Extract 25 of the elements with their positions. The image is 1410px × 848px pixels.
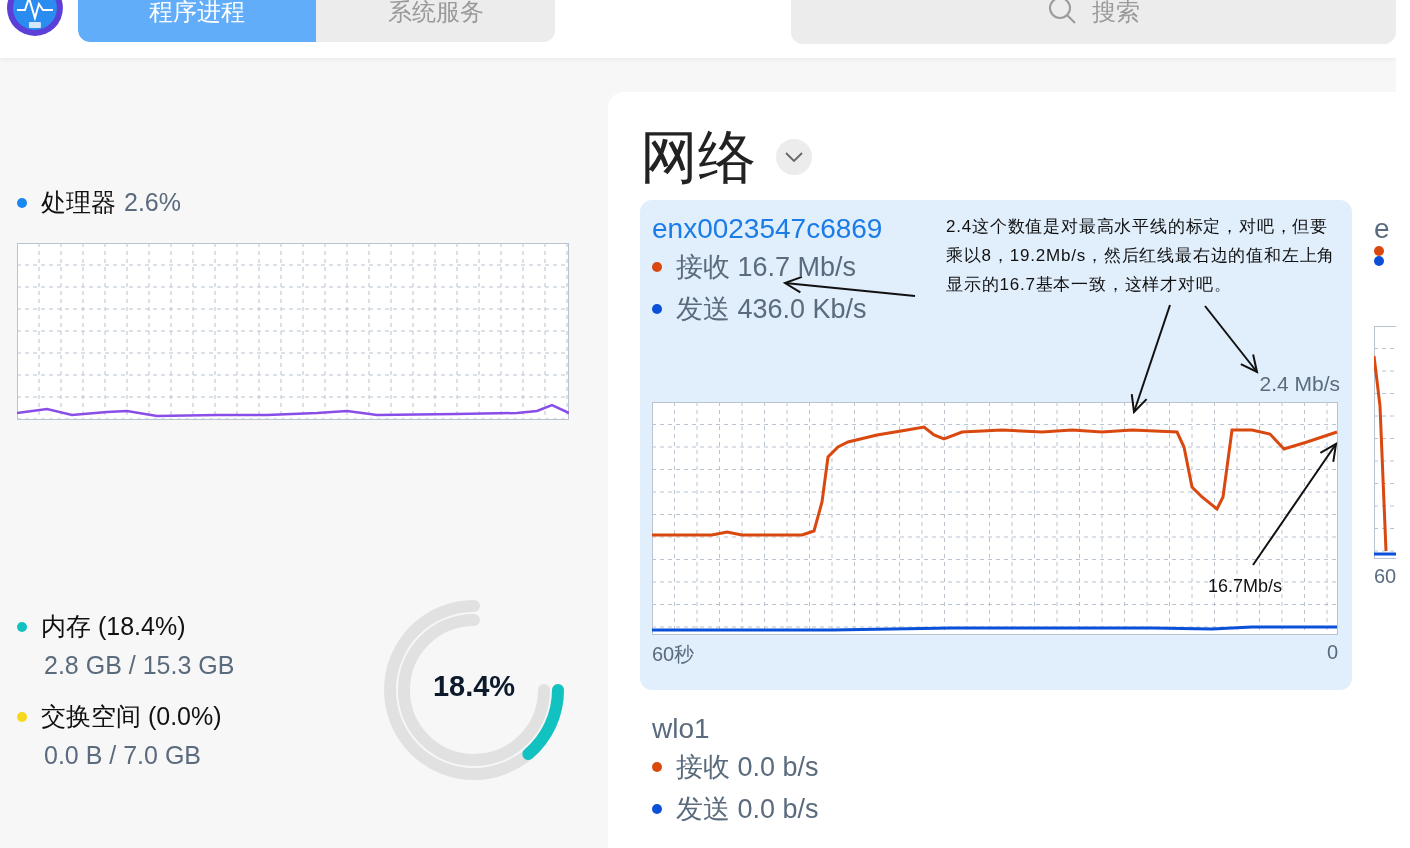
interface-name: enx0023547c6869 <box>652 212 883 246</box>
traffic-reading: 接收 0.0 b/s <box>676 751 819 784</box>
chevron-down-icon <box>785 152 803 162</box>
gauge-reading: 18.4% <box>431 670 517 703</box>
dropdown-button[interactable] <box>776 139 812 175</box>
scale-label: 2.4 Mb/s <box>1259 372 1340 396</box>
traffic-reading: 接收 16.7 Mb/s <box>676 251 857 284</box>
annotation-note: 16.7Mb/s <box>1208 576 1283 597</box>
interface-name: e <box>1374 212 1390 246</box>
interface-name: wlo1 <box>652 712 710 746</box>
traffic-reading: 发送 0.0 b/s <box>676 793 819 826</box>
section-title: 网络 <box>640 123 756 191</box>
arrow <box>1204 305 1259 374</box>
memory-label: 交换空间 (0.0%) <box>41 701 222 732</box>
memory-usage: 2.8 GB / 15.3 GB <box>44 651 236 680</box>
traffic-reading: 发送 436.0 Kb/s <box>676 293 867 326</box>
axis-label: 0 <box>1326 641 1338 665</box>
memory-label: 内存 (18.4%) <box>41 611 186 642</box>
axis-label: 60 <box>1374 565 1396 588</box>
cpu-reading: 2.6% <box>124 188 181 217</box>
axis-label: 60秒 <box>652 642 695 667</box>
cpu-label: 处理器 <box>41 187 116 218</box>
search-icon <box>1047 0 1078 24</box>
annotation-note: 2.4这个数值是对最高水平线的标定，对吧，但要乘以8，19.2Mb/s，然后红线最右边的值和左上角显示的16.7基本一致，这样才对吧。 <box>946 216 1337 296</box>
memory-usage: 0.0 B / 7.0 GB <box>44 741 203 770</box>
